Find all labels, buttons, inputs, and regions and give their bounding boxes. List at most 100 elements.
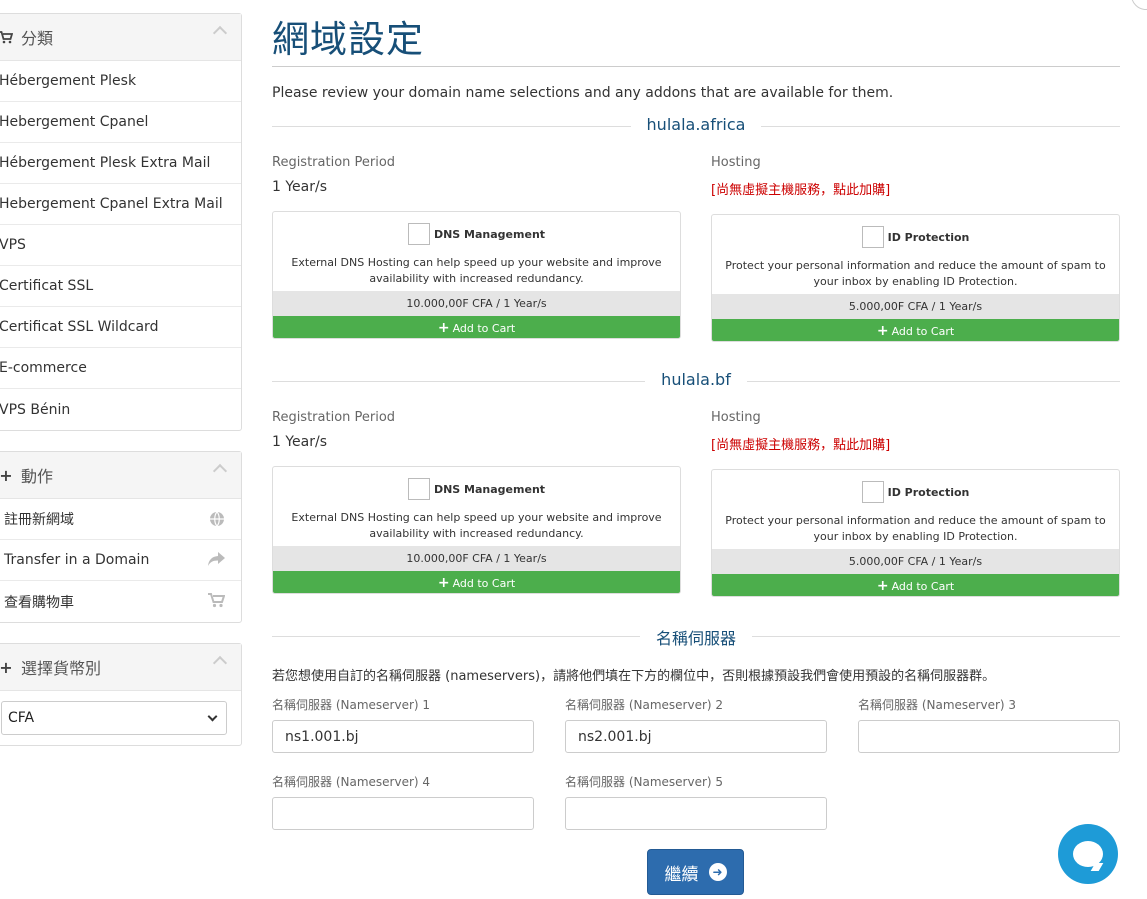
addon-info: ID Protection Protect your personal infor…: [712, 215, 1119, 294]
cart-icon: [0, 30, 13, 44]
addon-checkbox[interactable]: [861, 226, 884, 248]
plus-icon: +: [437, 575, 450, 591]
nameserver-label: 名稱伺服器 (Nameserver) 3: [858, 698, 1017, 712]
nameserver-label: 名稱伺服器 (Nameserver) 1: [272, 698, 431, 712]
cart-icon: [208, 593, 226, 612]
categories-panel-header[interactable]: 分類: [0, 14, 241, 61]
category-item[interactable]: Hébergement Plesk: [0, 61, 241, 102]
domain-name: hulala.africa: [630, 115, 762, 134]
actions-panel: + 動作 註冊新網域 Transfer in a Domain 查看購物車: [0, 451, 242, 623]
chat-icon: [1073, 841, 1103, 867]
category-item[interactable]: Hébergement Plesk Extra Mail: [0, 143, 241, 184]
hosting-link[interactable]: [尚無虛擬主機服務，點此加購]: [711, 179, 1120, 198]
domain-config-col: Registration Period 1 Year/s DNS Managemen…: [272, 410, 681, 597]
category-item[interactable]: Hebergement Cpanel: [0, 102, 241, 143]
action-label: Transfer in a Domain: [4, 552, 150, 568]
globe-icon: [209, 511, 225, 531]
actions-panel-header[interactable]: + 動作: [0, 452, 241, 499]
domain-config-col: Hosting [尚無虛擬主機服務，點此加購] ID Protection Prote…: [711, 155, 1120, 342]
addon-card: DNS Management External DNS Hosting can h…: [272, 466, 681, 594]
plus-icon: +: [876, 578, 889, 594]
add-to-cart-label: Add to Cart: [452, 576, 516, 590]
addon-card: ID Protection Protect your personal infor…: [711, 469, 1120, 597]
addon-price: 5.000,00F CFA / 1 Year/s: [712, 549, 1119, 574]
chat-button[interactable]: [1058, 824, 1118, 884]
addon-price: 10.000,00F CFA / 1 Year/s: [273, 546, 680, 571]
category-item[interactable]: Certificat SSL Wildcard: [0, 307, 241, 348]
chevron-up-icon[interactable]: [212, 655, 228, 671]
domain-config-col: Registration Period 1 Year/s DNS Managemen…: [272, 155, 681, 342]
hosting-link[interactable]: [尚無虛擬主機服務，點此加購]: [711, 434, 1120, 453]
nameserver-label: 名稱伺服器 (Nameserver) 4: [272, 775, 431, 789]
plus-icon: +: [0, 465, 13, 485]
domain-separator: hulala.africa: [272, 115, 1120, 137]
addon-checkbox-label[interactable]: DNS Management: [407, 223, 545, 245]
category-item[interactable]: Hebergement Cpanel Extra Mail: [0, 184, 241, 225]
add-to-cart-label: Add to Cart: [452, 321, 516, 335]
currency-panel: + 選擇貨幣別 CFA: [0, 643, 242, 746]
continue-button[interactable]: 繼續 ➜: [647, 849, 744, 895]
nameserver-field: 名稱伺服器 (Nameserver) 3: [858, 696, 1120, 753]
nameserver-input-4[interactable]: [272, 797, 534, 830]
currency-title: 選擇貨幣別: [21, 659, 102, 678]
addon-price: 10.000,00F CFA / 1 Year/s: [273, 291, 680, 316]
registration-period-label: Registration Period: [272, 410, 396, 425]
currency-selected-value: CFA: [8, 710, 35, 726]
category-item[interactable]: E-commerce: [0, 348, 241, 389]
corner-widget: [1131, 0, 1147, 10]
action-label: 註冊新網域: [4, 512, 74, 528]
add-to-cart-label: Add to Cart: [891, 579, 955, 593]
categories-list: Hébergement Plesk Hebergement Cpanel Héber…: [0, 61, 241, 430]
nameserver-input-1[interactable]: ns1.001.bj: [272, 720, 534, 753]
addon-name: DNS Management: [433, 482, 546, 496]
nameserver-input-5[interactable]: [565, 797, 827, 830]
currency-select[interactable]: CFA: [1, 701, 227, 735]
action-label: 查看購物車: [4, 594, 74, 611]
addon-info: DNS Management External DNS Hosting can h…: [273, 467, 680, 546]
addon-checkbox-label[interactable]: DNS Management: [407, 478, 546, 500]
arrow-right-icon: ➜: [708, 863, 727, 881]
addon-card: ID Protection Protect your personal infor…: [711, 214, 1120, 342]
action-view-cart[interactable]: 查看購物車: [0, 581, 241, 622]
nameserver-label: 名稱伺服器 (Nameserver) 2: [565, 698, 724, 712]
category-item[interactable]: Certificat SSL: [0, 266, 241, 307]
addon-description: Protect your personal information and re…: [725, 514, 1106, 543]
categories-title: 分類: [21, 29, 54, 48]
nameserver-input-3[interactable]: [858, 720, 1120, 753]
continue-label: 繼續: [664, 864, 699, 885]
addon-checkbox-label[interactable]: ID Protection: [861, 481, 970, 503]
addon-checkbox[interactable]: [407, 223, 430, 245]
addon-checkbox[interactable]: [407, 478, 430, 500]
action-register-domain[interactable]: 註冊新網域: [0, 499, 241, 540]
add-to-cart-button[interactable]: + Add to Cart: [712, 574, 1119, 596]
chevron-up-icon[interactable]: [212, 463, 228, 479]
add-to-cart-button[interactable]: + Add to Cart: [273, 316, 680, 338]
add-to-cart-button[interactable]: + Add to Cart: [273, 571, 680, 593]
add-to-cart-button[interactable]: + Add to Cart: [712, 319, 1119, 341]
domains-container: hulala.africa Registration Period 1 Year/s…: [272, 115, 1120, 597]
addon-name: ID Protection: [887, 485, 970, 499]
intro-text: Please review your domain name selection…: [272, 85, 894, 101]
add-to-cart-label: Add to Cart: [891, 324, 955, 338]
addon-checkbox-label[interactable]: ID Protection: [861, 226, 969, 248]
domain-config-row: Registration Period 1 Year/s DNS Managemen…: [272, 155, 1120, 342]
domain-config-row: Registration Period 1 Year/s DNS Managemen…: [272, 410, 1120, 597]
registration-period-value[interactable]: 1 Year/s: [272, 434, 681, 450]
category-item[interactable]: VPS: [0, 225, 241, 266]
nameserver-field: 名稱伺服器 (Nameserver) 1 ns1.001.bj: [272, 696, 534, 753]
addon-description: External DNS Hosting can help speed up y…: [291, 256, 662, 285]
nameservers-separator: 名稱伺服器: [272, 625, 1120, 648]
domain-name: hulala.bf: [645, 370, 747, 389]
registration-period-value[interactable]: 1 Year/s: [272, 179, 681, 195]
currency-panel-header[interactable]: + 選擇貨幣別: [0, 644, 241, 691]
action-transfer-domain[interactable]: Transfer in a Domain: [0, 540, 241, 581]
addon-card: DNS Management External DNS Hosting can h…: [272, 211, 681, 339]
main-content: 網域設定 Please review your domain name sele…: [272, 0, 1120, 850]
addon-info: ID Protection Protect your personal infor…: [712, 470, 1119, 549]
addon-checkbox[interactable]: [861, 481, 884, 503]
chevron-up-icon[interactable]: [212, 25, 228, 41]
category-item[interactable]: VPS Bénin: [0, 389, 241, 430]
nameserver-field: 名稱伺服器 (Nameserver) 2 ns2.001.bj: [565, 696, 827, 753]
nameserver-input-2[interactable]: ns2.001.bj: [565, 720, 827, 753]
addon-description: External DNS Hosting can help speed up y…: [291, 511, 662, 540]
